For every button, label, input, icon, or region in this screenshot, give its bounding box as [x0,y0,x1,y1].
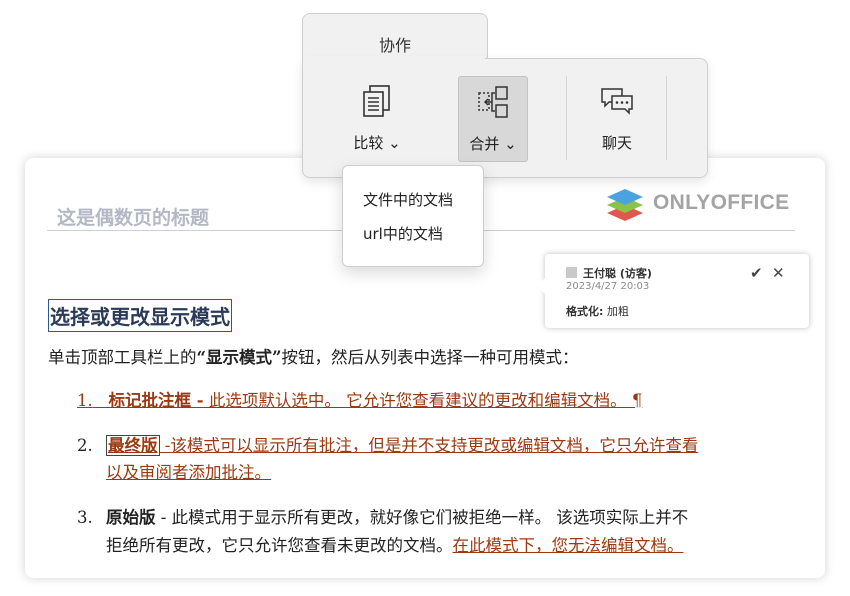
tab-join [303,56,485,60]
intro-bold: “显示模式” [196,348,282,367]
author-color-swatch [566,267,577,278]
comment-date: 2023/4/27 20:03 [566,281,650,292]
merge-icon [478,86,508,118]
list-item-2-number: 2. [77,436,93,455]
collaboration-toolbar: 比较 ⌄ 合并 ⌄ 聊天 [302,58,708,178]
list-item-2[interactable]: 最终版 -该模式可以显示所有批注，但是并不支持更改或编辑文档，它只允许查看 [106,432,698,460]
review-comment[interactable]: 王付聪 (访客) 2023/4/27 20:03 格式化: 加粗 ✔ ✕ [537,254,809,328]
chat-icon [601,88,633,115]
intro-paragraph[interactable]: 单击顶部工具栏上的“显示模式”按钮，然后从列表中选择一种可用模式： [48,344,578,368]
list-item-3-number: 3. [77,508,93,527]
list-item-3-text-line2-tracked: 在此模式下，您无法编辑文档。 [452,536,684,555]
section-heading[interactable]: 选择或更改显示模式 [48,299,232,332]
onlyoffice-logo: ONLYOFFICE [605,185,789,221]
list-item-3[interactable]: 原始版 - 此模式用于显示所有更改，就好像它们被拒绝一样。 该选项实际上并不 [106,504,688,532]
list-item-2-bold: 最终版 [106,435,160,456]
menu-item-document-from-url[interactable]: url中的文档 [363,223,443,244]
toolbar-separator [566,76,567,160]
reject-change-icon[interactable]: ✕ [772,264,785,282]
list-item-1-bold: 标记批注框 - [108,391,204,410]
toolbar-separator-end [666,76,667,160]
tab-collaboration-label: 协作 [378,36,411,55]
list-item-3-text-line1: - 此模式用于显示所有更改，就好像它们被拒绝一样。 该选项实际上并不 [155,508,689,527]
merge-button-label: 合并 ⌄ [469,135,517,153]
compare-button-label: 比较 ⌄ [353,134,401,152]
comment-body-label: 格式化: [566,305,604,318]
merge-dropdown-menu: 文件中的文档 url中的文档 [342,165,484,267]
list-item-3-text-line2-plain: 拒绝所有更改，它只允许您查看未更改的文档。 [106,536,453,555]
list-item-1-number: 1. [77,391,93,410]
comment-body-value: 加粗 [603,305,629,318]
comment-author: 王付聪 (访客) [583,267,652,280]
chat-button-label: 聊天 [601,134,632,152]
list-item-1[interactable]: 1. 标记批注框 - 此选项默认选中。 它允许您查看建议的更改和编辑文档。 ¶ [77,387,642,415]
compare-button[interactable]: 比较 ⌄ [343,76,411,160]
compare-icon [363,85,390,117]
logo-text: ONLYOFFICE [653,191,790,214]
accept-change-icon[interactable]: ✔ [750,264,763,282]
onlyoffice-logo-icon [607,189,643,221]
intro-prefix: 单击顶部工具栏上的 [48,348,197,367]
page-header-text[interactable]: 这是偶数页的标题 [57,203,209,230]
list-item-3-line2[interactable]: 拒绝所有更改，它只允许您查看未更改的文档。在此模式下，您无法编辑文档。 [106,532,684,560]
chat-button[interactable]: 聊天 [583,76,651,160]
list-item-3-bold: 原始版 [106,508,156,527]
menu-item-document-from-file[interactable]: 文件中的文档 [363,189,453,210]
comment-body: 格式化: 加粗 [566,303,629,319]
list-item-1-text: 此选项默认选中。 它允许您查看建议的更改和编辑文档。 ¶ [203,391,643,410]
merge-button[interactable]: 合并 ⌄ [458,76,528,162]
list-item-2-text-line1: -该模式可以显示所有批注，但是并不支持更改或编辑文档，它只允许查看 [159,436,699,455]
intro-suffix: 按钮，然后从列表中选择一种可用模式： [281,348,579,367]
list-item-2-text-line2[interactable]: 以及审阅者添加批注。 [106,459,271,487]
